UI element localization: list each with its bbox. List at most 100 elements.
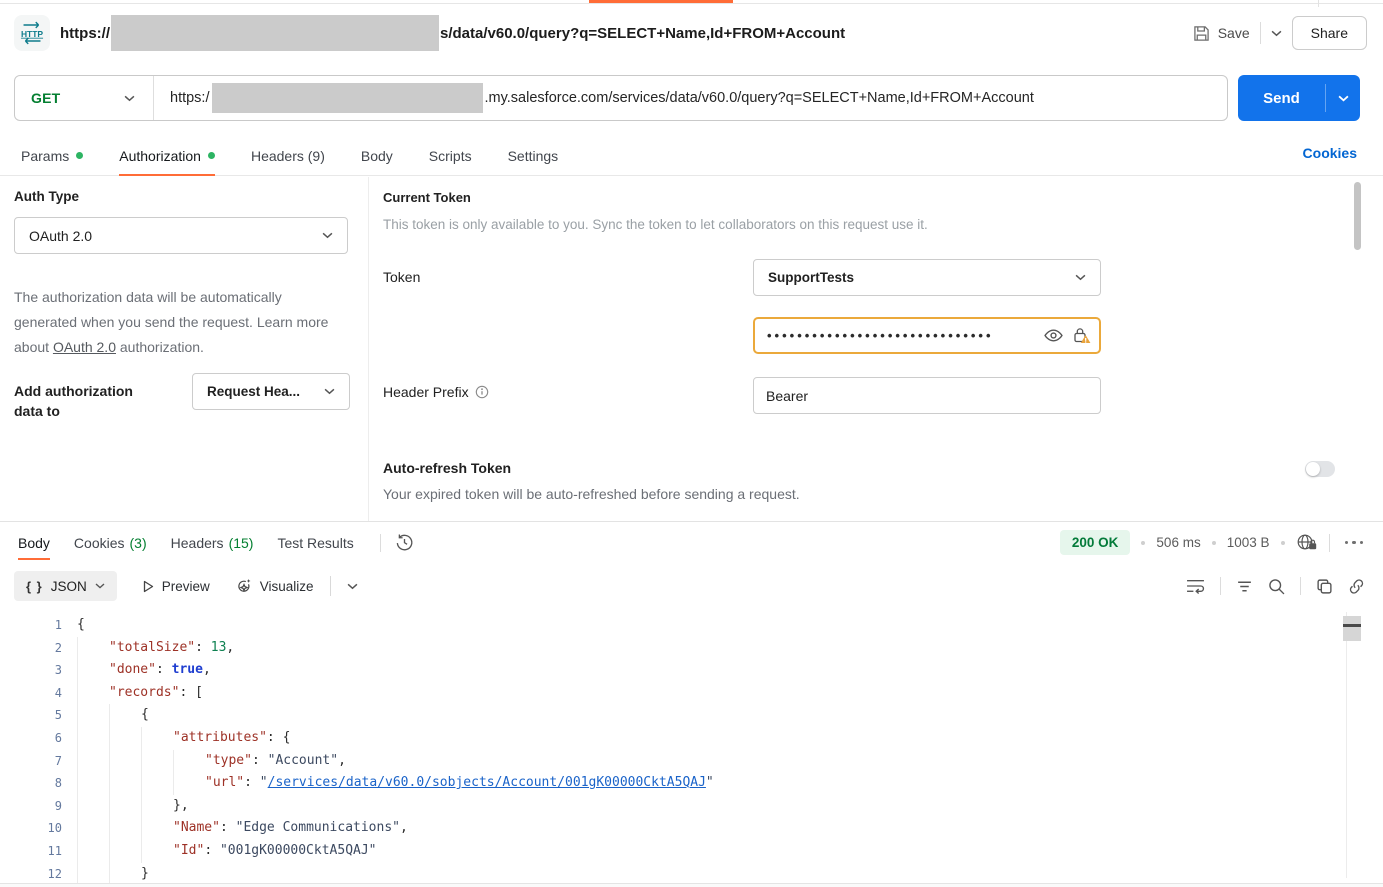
status-badge[interactable]: 200 OK: [1060, 530, 1131, 555]
tab-label: Settings: [508, 148, 559, 164]
request-tabs: Params Authorization Headers (9) Body Sc…: [0, 136, 1383, 176]
preview-button[interactable]: Preview: [143, 579, 210, 594]
indent-guide: [77, 637, 109, 660]
info-icon[interactable]: [475, 385, 489, 399]
header-prefix-value: Bearer: [766, 388, 808, 404]
tab-params[interactable]: Params: [21, 136, 83, 175]
save-button[interactable]: Save: [1193, 25, 1250, 42]
share-button[interactable]: Share: [1292, 16, 1367, 50]
json-token: "001gK00000CktA5QAJ": [220, 840, 377, 863]
save-options-chevron[interactable]: [1271, 30, 1282, 37]
response-tab-headers[interactable]: Headers (15): [171, 522, 254, 563]
request-url-input[interactable]: https:/ .my.salesforce.com/services/data…: [170, 83, 1034, 113]
json-token: ,: [338, 750, 346, 773]
json-token: ": [706, 772, 714, 795]
response-tab-test-results[interactable]: Test Results: [277, 522, 353, 563]
add-auth-data-select[interactable]: Request Hea...: [192, 373, 350, 410]
network-globe-lock-icon[interactable]: [1296, 533, 1318, 552]
header-prefix-row: Header Prefix: [383, 384, 489, 400]
visualize-button[interactable]: Visualize: [236, 578, 314, 594]
current-token-heading: Current Token: [383, 190, 471, 205]
indent-guide: [77, 659, 109, 682]
cookies-link[interactable]: Cookies: [1303, 145, 1357, 161]
header-prefix-input[interactable]: Bearer: [753, 377, 1101, 414]
response-tab-cookies[interactable]: Cookies (3): [74, 522, 147, 563]
window-bottom-edge: [0, 883, 1383, 887]
indent-guide: [77, 682, 109, 705]
indent-guide: [109, 863, 141, 883]
wrap-text-icon[interactable]: [1186, 578, 1205, 594]
masked-token-field[interactable]: ••••••••••••••••••••••••••••••: [753, 317, 1101, 354]
format-select-json[interactable]: { } JSON: [14, 571, 117, 601]
json-url-link[interactable]: /services/data/v60.0/sobjects/Account/00…: [268, 772, 706, 795]
token-lock-warning-icon[interactable]: [1073, 327, 1091, 344]
more-options-icon[interactable]: [1341, 537, 1368, 549]
response-time[interactable]: 506 ms: [1156, 535, 1200, 550]
auth-type-select[interactable]: OAuth 2.0: [14, 217, 348, 254]
filter-icon[interactable]: [1236, 579, 1253, 594]
method-selector[interactable]: GET: [15, 90, 153, 106]
visualize-label: Visualize: [260, 579, 314, 594]
line-number: 2: [0, 637, 62, 660]
save-icon: [1193, 25, 1210, 42]
oauth2-link[interactable]: OAuth 2.0: [53, 339, 116, 355]
svg-text:HTTP: HTTP: [21, 29, 43, 39]
url-suffix: .my.salesforce.com/services/data/v60.0/q…: [485, 90, 1034, 106]
token-sync-note: This token is only available to you. Syn…: [383, 217, 928, 232]
token-value: SupportTests: [768, 270, 854, 285]
code-line: }: [77, 863, 1353, 883]
visualize-options-chevron[interactable]: [343, 579, 362, 594]
indent-guide: [77, 704, 109, 727]
line-number: 12: [0, 863, 62, 883]
line-number: 6: [0, 727, 62, 750]
request-title-bar: HTTP https:// s/data/v60.0/query?q=SELEC…: [0, 10, 1383, 56]
chevron-down-icon: [1075, 274, 1086, 281]
response-size[interactable]: 1003 B: [1227, 535, 1270, 550]
auth-panel-scrollbar[interactable]: [1354, 182, 1361, 250]
code-line: "attributes": {: [77, 727, 1353, 750]
tab-headers[interactable]: Headers (9): [251, 136, 325, 175]
show-token-eye-icon[interactable]: [1044, 329, 1063, 342]
token-label: Token: [383, 269, 420, 285]
indent-guide: [77, 727, 109, 750]
http-method-badge: HTTP: [14, 15, 50, 51]
json-token: "attributes": [173, 727, 267, 750]
code-scrollbar-thumb[interactable]: [1343, 616, 1361, 641]
json-token: "url": [205, 772, 244, 795]
tab-scripts[interactable]: Scripts: [429, 136, 472, 175]
tab-settings[interactable]: Settings: [508, 136, 559, 175]
json-token: :: [252, 750, 268, 773]
search-icon[interactable]: [1268, 578, 1285, 595]
save-label: Save: [1218, 25, 1250, 41]
response-body-json[interactable]: 123456789101112 {"totalSize": 13,"done":…: [0, 610, 1383, 883]
token-select[interactable]: SupportTests: [753, 259, 1101, 296]
json-token: ,: [226, 637, 234, 660]
json-token: "Edge Communications": [236, 817, 400, 840]
line-number: 1: [0, 614, 62, 637]
masked-token-dots: ••••••••••••••••••••••••••••••: [767, 328, 1044, 343]
indent-guide: [77, 863, 109, 883]
format-label: JSON: [51, 579, 87, 594]
divider: [380, 534, 381, 552]
code-line: "records": [: [77, 682, 1353, 705]
send-options-chevron[interactable]: [1326, 75, 1360, 121]
toggle-knob: [1306, 462, 1320, 476]
json-token: "Account": [268, 750, 338, 773]
separator-dot: [1141, 541, 1145, 545]
auto-refresh-toggle[interactable]: [1305, 461, 1335, 477]
send-button[interactable]: Send: [1238, 75, 1325, 121]
json-token: :: [220, 817, 236, 840]
response-tab-body[interactable]: Body: [18, 522, 50, 563]
preview-label: Preview: [162, 579, 210, 594]
json-token: ": [260, 772, 268, 795]
tab-count: (3): [130, 535, 147, 551]
response-history-icon[interactable]: [395, 533, 414, 552]
indent-guide: [109, 727, 141, 750]
code-line: "type": "Account",: [77, 750, 1353, 773]
copy-icon[interactable]: [1316, 578, 1333, 595]
indent-guide: [77, 795, 109, 818]
tab-authorization[interactable]: Authorization: [119, 136, 215, 175]
link-icon[interactable]: [1348, 578, 1365, 595]
indent-guide: [77, 772, 109, 795]
tab-body[interactable]: Body: [361, 136, 393, 175]
